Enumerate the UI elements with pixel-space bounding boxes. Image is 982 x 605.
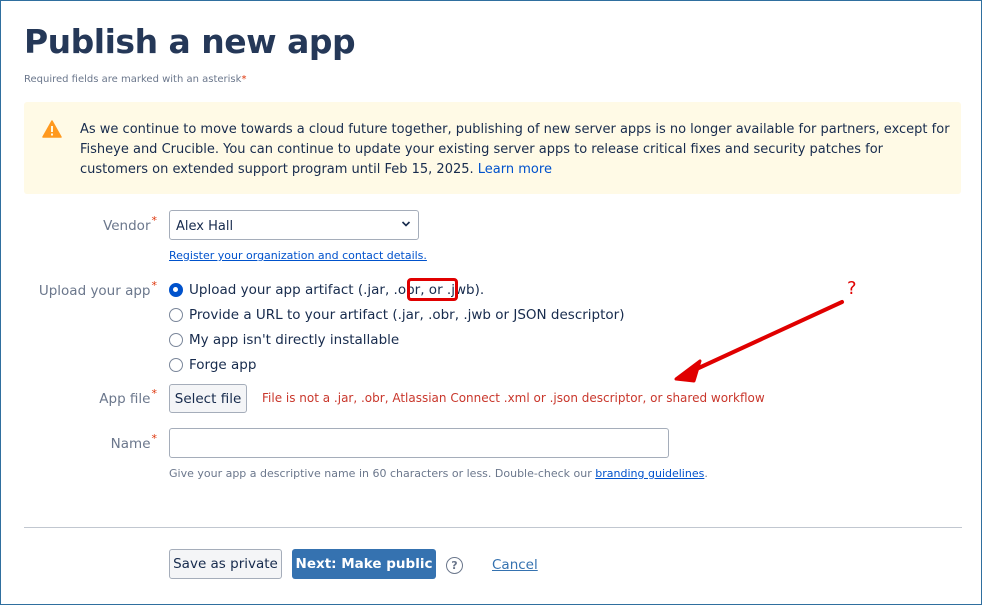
annotation-arrow [674,300,844,383]
annotation-question-mark: ? [847,278,857,299]
